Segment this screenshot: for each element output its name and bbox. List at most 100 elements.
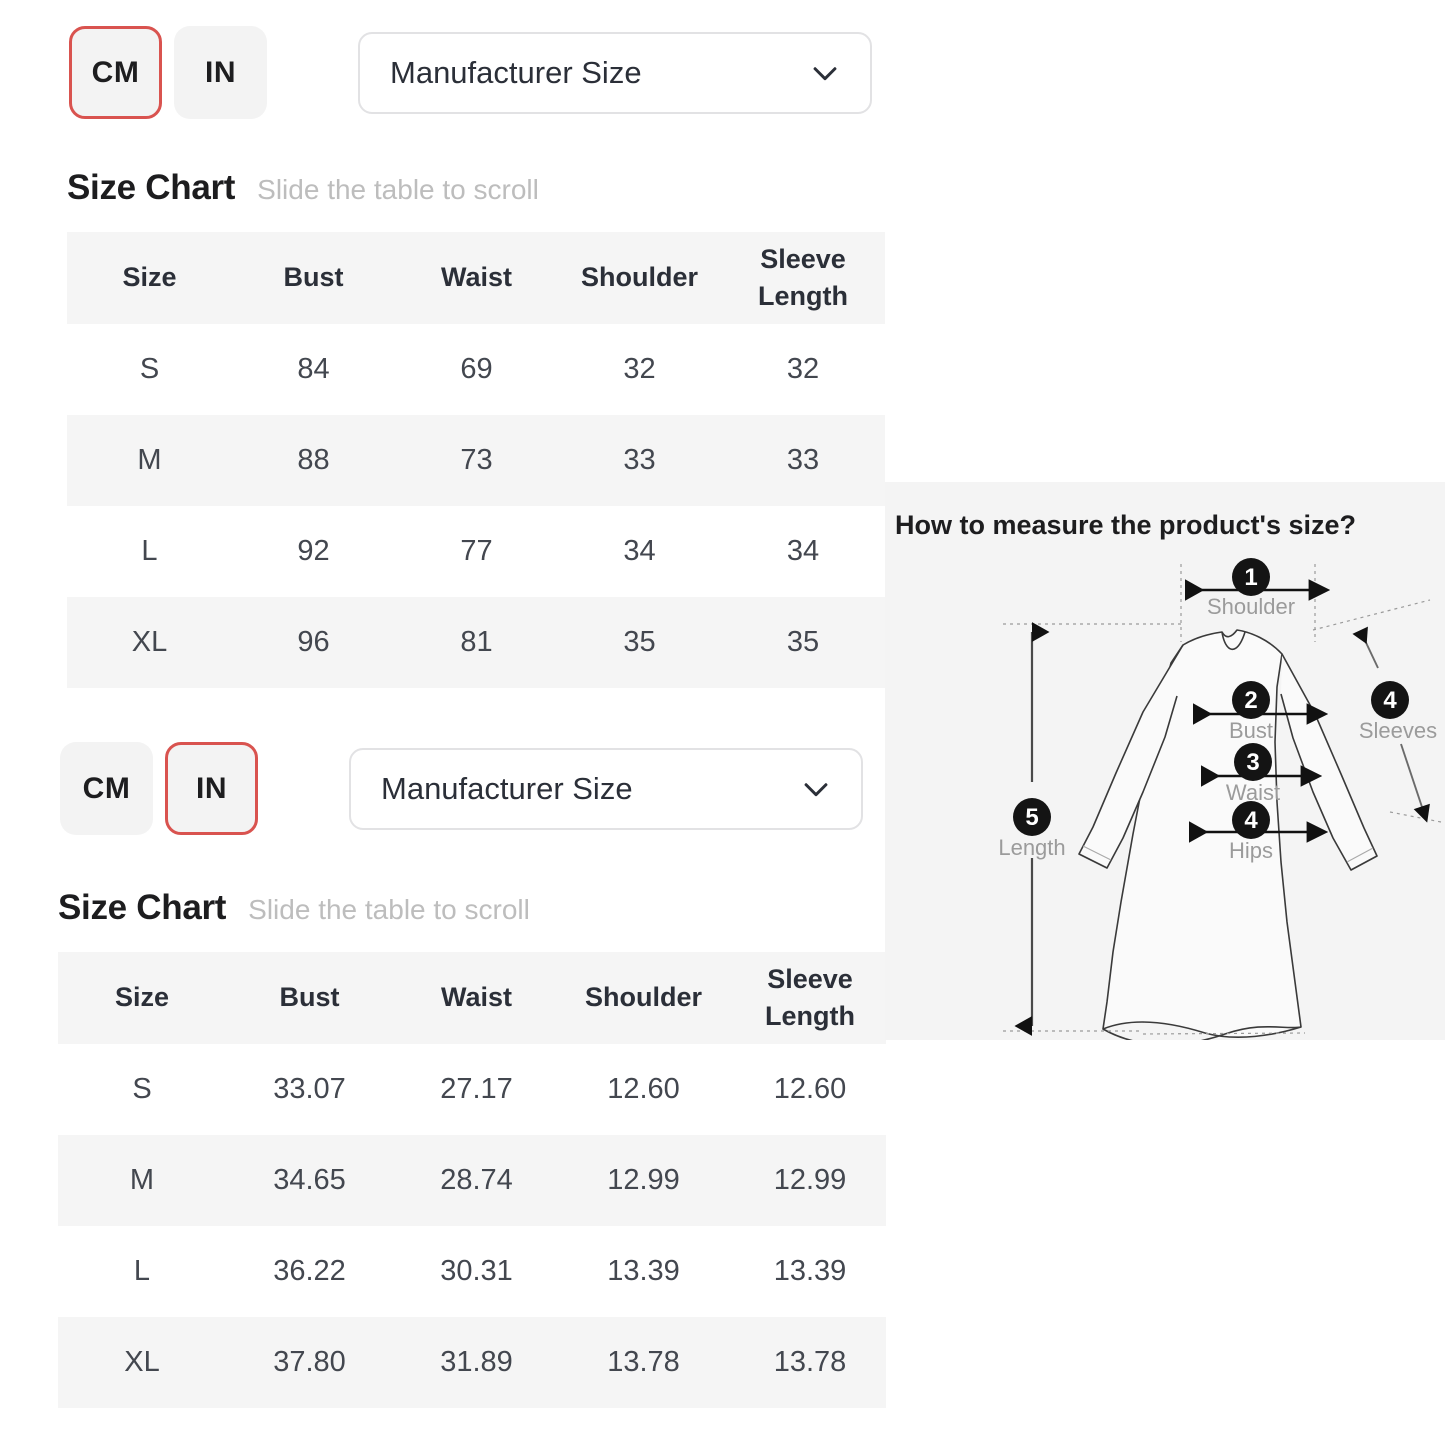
column-header-waist: Waist — [393, 952, 560, 1044]
cell-shoulder: 33 — [558, 415, 721, 506]
cell-size: S — [58, 1044, 226, 1135]
table-row: XL 96 81 35 35 — [67, 597, 885, 688]
table-row: S 84 69 32 32 — [67, 324, 885, 415]
label-length: Length — [998, 835, 1065, 860]
table-header-row: Size Bust Waist Shoulder Sleeve Length — [58, 952, 886, 1044]
cell-waist: 69 — [395, 324, 558, 415]
cell-waist: 31.89 — [393, 1317, 560, 1408]
table-row: M 88 73 33 33 — [67, 415, 885, 506]
cell-sleeve-length: 12.60 — [727, 1044, 886, 1135]
cell-shoulder: 13.39 — [560, 1226, 727, 1317]
column-header-bust: Bust — [226, 952, 393, 1044]
size-table-scroll-cm[interactable]: Size Bust Waist Shoulder Sleeve Length S… — [67, 232, 885, 688]
cell-bust: 92 — [232, 506, 395, 597]
column-header-sleeve-length: Sleeve Length — [721, 232, 885, 324]
unit-toggle-cm: CM IN — [69, 26, 267, 119]
cell-sleeve-length: 12.99 — [727, 1135, 886, 1226]
unit-button-cm-label: CM — [91, 55, 140, 89]
size-table-scroll-in[interactable]: Size Bust Waist Shoulder Sleeve Length S… — [58, 952, 886, 1408]
table-row: XL 37.80 31.89 13.78 13.78 — [58, 1317, 886, 1408]
unit-controls-in: CM IN Manufacturer Size — [60, 742, 863, 835]
unit-button-in[interactable]: IN — [165, 742, 258, 835]
column-header-waist: Waist — [395, 232, 558, 324]
cell-waist: 28.74 — [393, 1135, 560, 1226]
size-table-in: Size Bust Waist Shoulder Sleeve Length S… — [58, 952, 886, 1408]
cell-shoulder: 34 — [558, 506, 721, 597]
cell-size: M — [58, 1135, 226, 1226]
badge-5-number: 5 — [1025, 804, 1038, 831]
cell-size: XL — [58, 1317, 226, 1408]
cell-size: M — [67, 415, 232, 506]
size-chart-heading-in: Size Chart Slide the table to scroll — [58, 888, 530, 928]
size-chart-hint-in: Slide the table to scroll — [248, 894, 530, 925]
column-header-size: Size — [67, 232, 232, 324]
chevron-down-icon — [813, 66, 837, 80]
cell-waist: 81 — [395, 597, 558, 688]
table-row: S 33.07 27.17 12.60 12.60 — [58, 1044, 886, 1135]
measure-sleeves: 4 Sleeves — [1352, 626, 1437, 823]
measure-length: 5 Length — [998, 622, 1066, 1036]
size-chart-title-cm: Size Chart — [67, 168, 236, 207]
table-row: M 34.65 28.74 12.99 12.99 — [58, 1135, 886, 1226]
label-hips: Hips — [1229, 838, 1273, 863]
cell-shoulder: 12.99 — [560, 1135, 727, 1226]
cell-sleeve-length: 33 — [721, 415, 885, 506]
cell-waist: 77 — [395, 506, 558, 597]
size-type-dropdown-in[interactable]: Manufacturer Size — [349, 747, 863, 830]
cell-sleeve-length: 32 — [721, 324, 885, 415]
column-header-size: Size — [58, 952, 226, 1044]
column-header-bust: Bust — [232, 232, 395, 324]
size-type-dropdown-cm-value: Manufacturer Size — [390, 54, 642, 90]
chevron-down-icon — [804, 782, 828, 796]
cell-size: L — [67, 506, 232, 597]
measurement-guide-panel: How to measure the product's size? 1 Sho… — [885, 482, 1445, 1040]
unit-button-cm[interactable]: CM — [60, 742, 153, 835]
cell-sleeve-length: 13.39 — [727, 1226, 886, 1317]
unit-button-in-label: IN — [205, 55, 236, 89]
cell-bust: 33.07 — [226, 1044, 393, 1135]
badge-1-number: 1 — [1244, 564, 1257, 591]
cell-bust: 36.22 — [226, 1226, 393, 1317]
cell-sleeve-length: 13.78 — [727, 1317, 886, 1408]
unit-button-cm-label: CM — [82, 771, 131, 805]
badge-4-sleeves-number: 4 — [1383, 687, 1397, 714]
cell-sleeve-length: 34 — [721, 506, 885, 597]
size-chart-title-in: Size Chart — [58, 888, 227, 927]
label-bust: Bust — [1229, 718, 1273, 743]
table-row: L 36.22 30.31 13.39 13.39 — [58, 1226, 886, 1317]
size-chart-section-in: CM IN Manufacturer Size Size Chart Slide… — [0, 700, 886, 1445]
size-type-dropdown-in-value: Manufacturer Size — [381, 770, 633, 806]
cell-size: L — [58, 1226, 226, 1317]
cell-shoulder: 12.60 — [560, 1044, 727, 1135]
cell-waist: 27.17 — [393, 1044, 560, 1135]
size-chart-hint-cm: Slide the table to scroll — [257, 174, 539, 205]
badge-4-hips-number: 4 — [1244, 807, 1258, 834]
unit-toggle-in: CM IN — [60, 742, 258, 835]
column-header-sleeve-length: Sleeve Length — [727, 952, 886, 1044]
label-sleeves: Sleeves — [1359, 718, 1437, 743]
measurement-diagram: 1 Shoulder 2 Bust 3 Waist 4 Hips 4 Sleev… — [998, 558, 1442, 1040]
cell-bust: 37.80 — [226, 1317, 393, 1408]
cell-shoulder: 32 — [558, 324, 721, 415]
cell-shoulder: 13.78 — [560, 1317, 727, 1408]
size-table-cm: Size Bust Waist Shoulder Sleeve Length S… — [67, 232, 885, 688]
cell-bust: 34.65 — [226, 1135, 393, 1226]
table-header-row: Size Bust Waist Shoulder Sleeve Length — [67, 232, 885, 324]
size-chart-heading-cm: Size Chart Slide the table to scroll — [67, 168, 539, 208]
cell-shoulder: 35 — [558, 597, 721, 688]
unit-button-in-label: IN — [196, 771, 227, 805]
unit-button-in[interactable]: IN — [174, 26, 267, 119]
cell-bust: 96 — [232, 597, 395, 688]
unit-controls-cm: CM IN Manufacturer Size — [69, 26, 872, 119]
cell-bust: 84 — [232, 324, 395, 415]
measure-shoulder: 1 Shoulder — [1185, 558, 1331, 619]
size-type-dropdown-cm[interactable]: Manufacturer Size — [358, 31, 872, 114]
unit-button-cm[interactable]: CM — [69, 26, 162, 119]
cell-sleeve-length: 35 — [721, 597, 885, 688]
cell-waist: 30.31 — [393, 1226, 560, 1317]
label-shoulder: Shoulder — [1207, 594, 1295, 619]
cell-size: S — [67, 324, 232, 415]
badge-3-number: 3 — [1246, 749, 1259, 776]
table-row: L 92 77 34 34 — [67, 506, 885, 597]
cell-bust: 88 — [232, 415, 395, 506]
